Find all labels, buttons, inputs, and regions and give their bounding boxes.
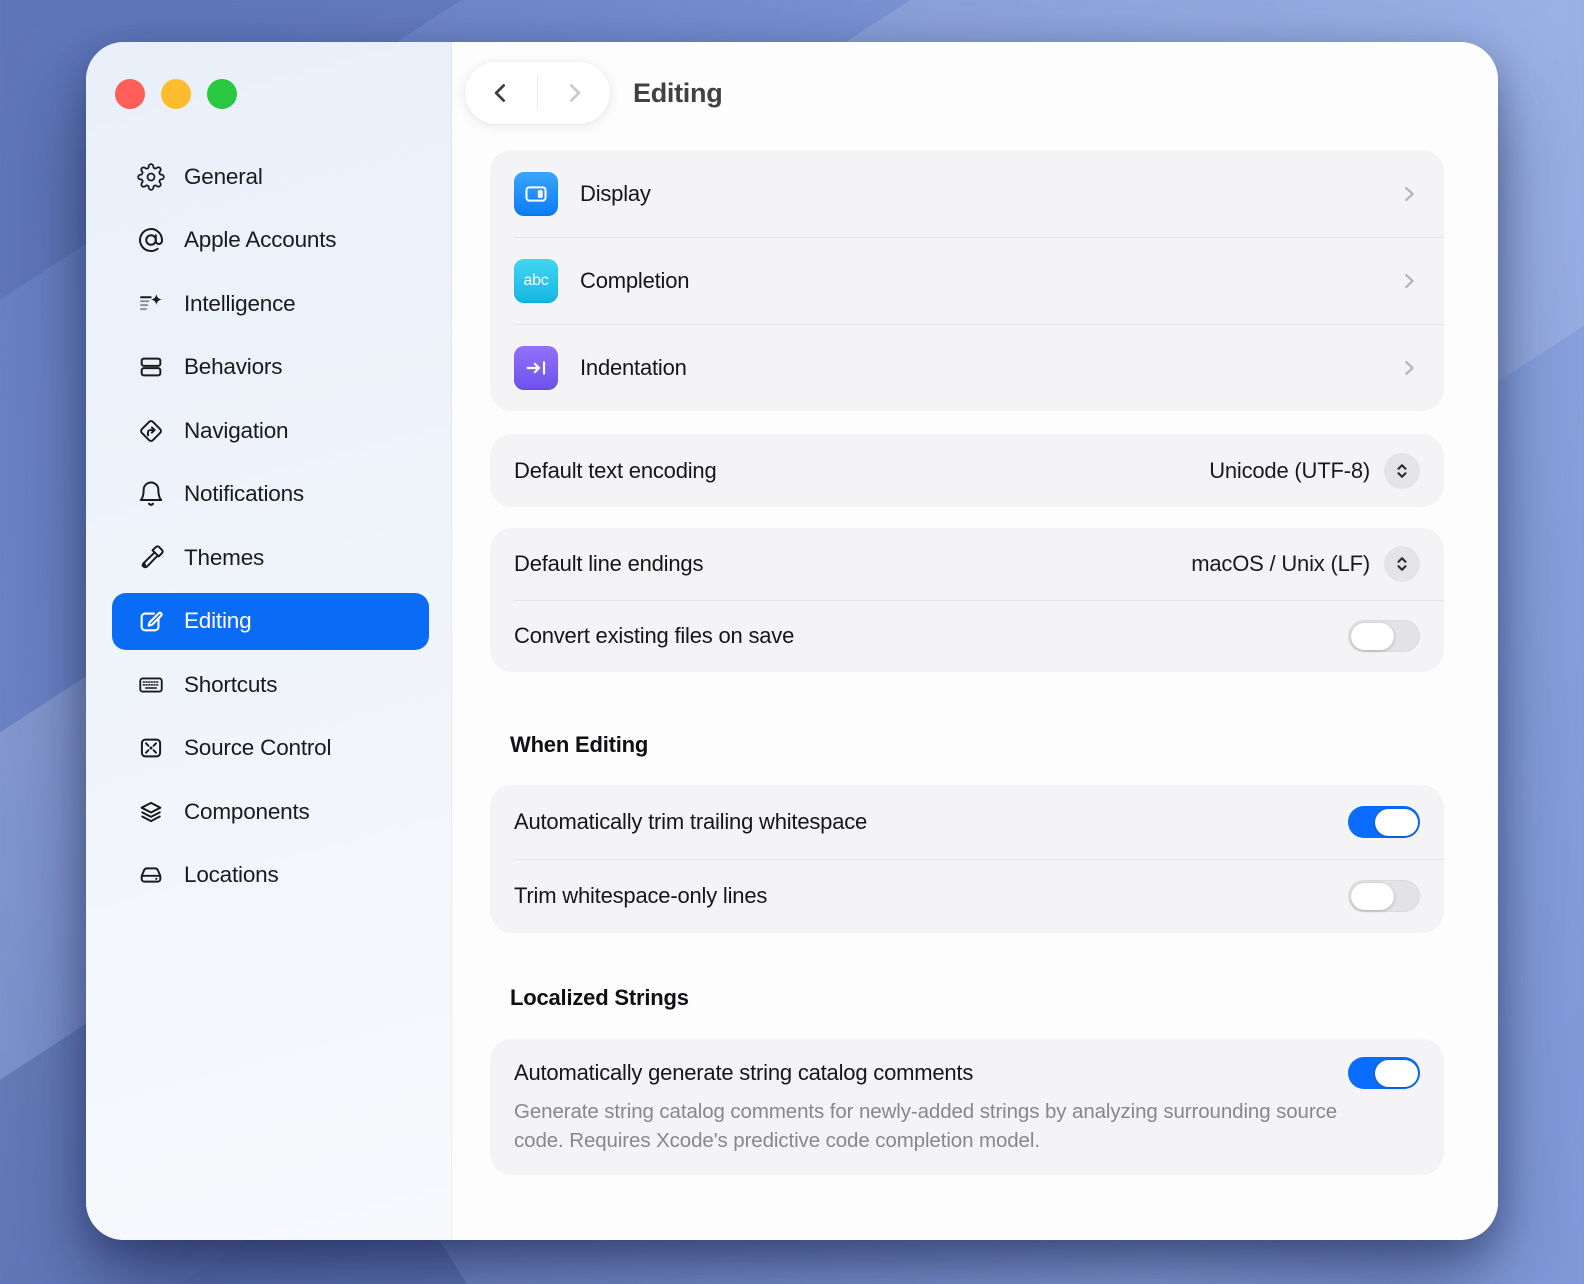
sidebar-item-apple-accounts[interactable]: Apple Accounts <box>112 212 429 269</box>
sidebar-item-label: Behaviors <box>184 354 282 380</box>
sidebar-item-label: Editing <box>184 608 251 634</box>
completion-row[interactable]: abc Completion <box>490 237 1444 324</box>
sidebar-item-label: Apple Accounts <box>184 227 336 253</box>
row-label: Default text encoding <box>514 458 717 484</box>
toggle-knob <box>1375 1060 1418 1087</box>
history-nav-pill <box>465 62 610 124</box>
trim-trailing-toggle[interactable] <box>1348 806 1420 838</box>
chevron-right-icon <box>1398 183 1420 205</box>
sidebar-list: General Apple Accounts Intelligence Beha… <box>86 148 451 910</box>
paintbrush-icon <box>136 543 166 573</box>
sparkle-lines-icon <box>136 289 166 319</box>
sidebar-item-label: Components <box>184 799 310 825</box>
square-pencil-icon <box>136 606 166 636</box>
sidebar-item-behaviors[interactable]: Behaviors <box>112 339 429 396</box>
traffic-lights <box>115 79 237 109</box>
encoding-select-stepper[interactable] <box>1384 453 1420 489</box>
minimize-button[interactable] <box>161 79 191 109</box>
convert-existing-toggle[interactable] <box>1348 620 1420 652</box>
sidebar-item-components[interactable]: Components <box>112 783 429 840</box>
sidebar-item-themes[interactable]: Themes <box>112 529 429 586</box>
back-button[interactable] <box>465 62 537 124</box>
sidebar-item-label: General <box>184 164 263 190</box>
toggle-knob <box>1351 883 1394 910</box>
line-endings-value: macOS / Unix (LF) <box>1191 551 1370 577</box>
close-button[interactable] <box>115 79 145 109</box>
sidebar-item-label: Intelligence <box>184 291 295 317</box>
line-endings-row: Default line endings macOS / Unix (LF) <box>490 528 1444 600</box>
sidebar-item-general[interactable]: General <box>112 148 429 205</box>
sidebar-item-label: Locations <box>184 862 279 888</box>
row-label: Automatically generate string catalog co… <box>514 1060 973 1086</box>
trim-whitespace-only-row: Trim whitespace-only lines <box>490 859 1444 933</box>
toggle-knob <box>1375 809 1418 836</box>
row-label: Indentation <box>580 355 687 381</box>
generate-comments-toggle[interactable] <box>1348 1057 1420 1089</box>
settings-window: General Apple Accounts Intelligence Beha… <box>86 42 1498 1240</box>
keyboard-icon <box>136 670 166 700</box>
convert-existing-row: Convert existing files on save <box>490 600 1444 672</box>
up-down-chevrons-icon <box>1390 552 1414 576</box>
row-label: Completion <box>580 268 689 294</box>
content: Display abc Completion <box>490 150 1444 1175</box>
trim-whitespace-only-toggle[interactable] <box>1348 880 1420 912</box>
display-row[interactable]: Display <box>490 150 1444 237</box>
chevron-right-icon <box>1398 357 1420 379</box>
encoding-card: Default text encoding Unicode (UTF-8) <box>490 434 1444 507</box>
sidebar-item-label: Themes <box>184 545 264 571</box>
line-endings-select-stepper[interactable] <box>1384 546 1420 582</box>
localized-strings-card: Automatically generate string catalog co… <box>490 1039 1444 1175</box>
section-header-when-editing: When Editing <box>510 732 1444 758</box>
stacked-rows-icon <box>136 352 166 382</box>
chevron-right-icon <box>561 80 587 106</box>
sidebar-item-notifications[interactable]: Notifications <box>112 466 429 523</box>
source-control-icon <box>136 733 166 763</box>
generate-comments-description: Generate string catalog comments for new… <box>490 1089 1376 1155</box>
sidebar-item-navigation[interactable]: Navigation <box>112 402 429 459</box>
gear-icon <box>136 162 166 192</box>
abc-completion-icon: abc <box>514 259 558 303</box>
at-sign-icon <box>136 225 166 255</box>
row-label: Trim whitespace-only lines <box>514 883 767 909</box>
main-pane: Editing Display abc Completi <box>452 42 1498 1240</box>
section-header-localized-strings: Localized Strings <box>510 985 1444 1011</box>
sidebar: General Apple Accounts Intelligence Beha… <box>86 42 452 1240</box>
sidebar-item-source-control[interactable]: Source Control <box>112 720 429 777</box>
text-encoding-row: Default text encoding Unicode (UTF-8) <box>490 434 1444 507</box>
zoom-button[interactable] <box>207 79 237 109</box>
chevron-left-icon <box>488 80 514 106</box>
row-label: Convert existing files on save <box>514 623 794 649</box>
up-down-chevrons-icon <box>1390 459 1414 483</box>
bell-icon <box>136 479 166 509</box>
display-icon <box>514 172 558 216</box>
generate-comments-row: Automatically generate string catalog co… <box>490 1039 1444 1089</box>
sidebar-item-editing[interactable]: Editing <box>112 593 429 650</box>
sidebar-item-label: Notifications <box>184 481 304 507</box>
sidebar-item-label: Navigation <box>184 418 288 444</box>
forward-button[interactable] <box>538 62 610 124</box>
trim-trailing-row: Automatically trim trailing whitespace <box>490 785 1444 859</box>
when-editing-card: Automatically trim trailing whitespace T… <box>490 785 1444 933</box>
line-endings-card: Default line endings macOS / Unix (LF) C… <box>490 528 1444 672</box>
indentation-icon <box>514 346 558 390</box>
external-drive-icon <box>136 860 166 890</box>
sidebar-item-intelligence[interactable]: Intelligence <box>112 275 429 332</box>
row-label: Display <box>580 181 651 207</box>
toggle-knob <box>1351 623 1394 650</box>
layers-icon <box>136 797 166 827</box>
row-label: Default line endings <box>514 551 703 577</box>
sidebar-item-shortcuts[interactable]: Shortcuts <box>112 656 429 713</box>
nav-card: Display abc Completion <box>490 150 1444 411</box>
chevron-right-icon <box>1398 270 1420 292</box>
encoding-value: Unicode (UTF-8) <box>1209 458 1370 484</box>
sidebar-item-label: Shortcuts <box>184 672 277 698</box>
sidebar-item-label: Source Control <box>184 735 331 761</box>
indentation-row[interactable]: Indentation <box>490 324 1444 411</box>
row-label: Automatically trim trailing whitespace <box>514 809 867 835</box>
page-title: Editing <box>633 62 722 124</box>
diamond-turn-arrow-icon <box>136 416 166 446</box>
sidebar-item-locations[interactable]: Locations <box>112 847 429 904</box>
